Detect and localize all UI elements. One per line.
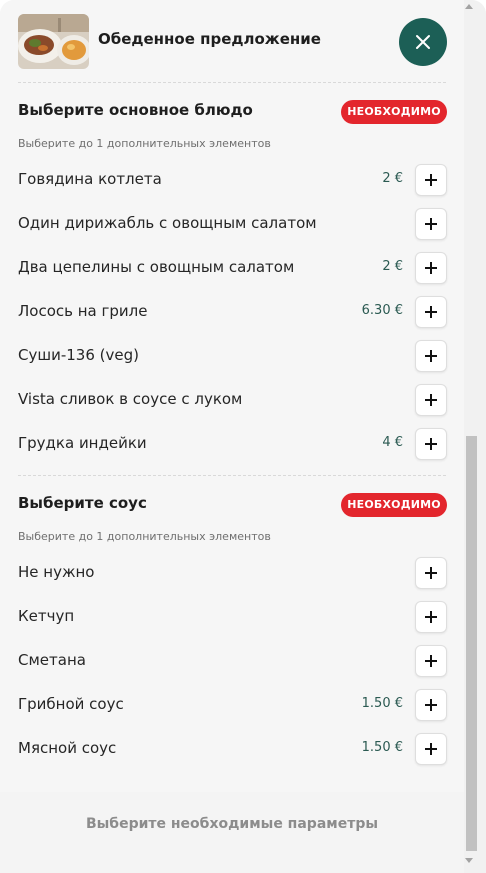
add-option-button[interactable]	[415, 645, 447, 677]
option-label: Мясной соус	[18, 739, 117, 757]
add-option-button[interactable]	[415, 557, 447, 589]
add-option-button[interactable]	[415, 689, 447, 721]
option-label: Грибной соус	[18, 695, 124, 713]
add-option-button[interactable]	[415, 384, 447, 416]
option-price: 6.30 €	[361, 303, 403, 318]
plus-icon	[425, 350, 437, 362]
add-option-button[interactable]	[415, 164, 447, 196]
option-row[interactable]: Сметана	[0, 639, 464, 683]
option-label: Кетчуп	[18, 607, 75, 625]
close-button[interactable]	[399, 18, 447, 66]
option-price: 2 €	[382, 171, 403, 186]
plus-icon	[425, 262, 437, 274]
plus-icon	[425, 218, 437, 230]
option-label: Vista сливок в соусе с луком	[18, 390, 243, 408]
plus-icon	[425, 174, 437, 186]
header-divider	[18, 82, 446, 83]
option-row[interactable]: Один дирижабль с овощным салатом	[0, 202, 464, 246]
plus-icon	[425, 394, 437, 406]
plus-icon	[425, 743, 437, 755]
meal-photo	[18, 14, 89, 69]
option-row[interactable]: Vista сливок в соусе с луком	[0, 378, 464, 422]
modal-header: Обеденное предложение	[0, 0, 464, 82]
add-option-button[interactable]	[415, 340, 447, 372]
close-icon	[416, 35, 430, 49]
option-row[interactable]: Суши-136 (veg)	[0, 334, 464, 378]
plus-icon	[425, 438, 437, 450]
option-row[interactable]: Грудка индейки 4 €	[0, 422, 464, 466]
add-option-button[interactable]	[415, 208, 447, 240]
option-row[interactable]: Говядина котлета 2 €	[0, 158, 464, 202]
option-label: Говядина котлета	[18, 170, 162, 188]
plus-icon	[425, 611, 437, 623]
option-row[interactable]: Грибной соус 1.50 €	[0, 683, 464, 727]
option-price: 1.50 €	[361, 696, 403, 711]
meal-thumbnail	[18, 14, 89, 69]
option-label: Два цепелины с овощным салатом	[18, 258, 295, 276]
option-price: 1.50 €	[361, 740, 403, 755]
section-title-sauce: Выберите соус	[18, 494, 147, 512]
option-row[interactable]: Не нужно	[0, 551, 464, 595]
scroll-up-arrow-icon[interactable]	[465, 4, 473, 9]
option-row[interactable]: Кетчуп	[0, 595, 464, 639]
add-option-button[interactable]	[415, 296, 447, 328]
option-label: Сметана	[18, 651, 86, 669]
plus-icon	[425, 567, 437, 579]
selection-hint: Выберите до 1 дополнительных элементов	[18, 137, 271, 150]
add-option-button[interactable]	[415, 733, 447, 765]
option-price: 2 €	[382, 259, 403, 274]
option-label: Не нужно	[18, 563, 95, 581]
add-option-button[interactable]	[415, 601, 447, 633]
meal-options-modal: Обеденное предложение Выберите основное …	[0, 0, 486, 873]
option-label: Один дирижабль с овощным салатом	[18, 214, 317, 232]
add-option-button[interactable]	[415, 252, 447, 284]
modal-footer: Выберите необходимые параметры	[0, 792, 464, 873]
plus-icon	[425, 306, 437, 318]
select-required-options-button[interactable]: Выберите необходимые параметры	[0, 816, 464, 832]
modal-title: Обеденное предложение	[98, 30, 321, 48]
scroll-down-arrow-icon[interactable]	[465, 858, 473, 863]
option-row[interactable]: Лосось на гриле 6.30 €	[0, 290, 464, 334]
option-label: Лосось на гриле	[18, 302, 148, 320]
section-divider	[18, 475, 446, 476]
option-row[interactable]: Два цепелины с овощным салатом 2 €	[0, 246, 464, 290]
section-title-main-dish: Выберите основное блюдо	[18, 101, 253, 119]
required-badge: НЕОБХОДИМО	[341, 100, 447, 124]
option-label: Суши-136 (veg)	[18, 346, 139, 364]
plus-icon	[425, 699, 437, 711]
option-price: 4 €	[382, 435, 403, 450]
option-row[interactable]: Мясной соус 1.50 €	[0, 727, 464, 771]
scrollbar-thumb[interactable]	[466, 436, 477, 851]
selection-hint: Выберите до 1 дополнительных элементов	[18, 530, 271, 543]
option-label: Грудка индейки	[18, 434, 147, 452]
required-badge: НЕОБХОДИМО	[341, 493, 447, 517]
add-option-button[interactable]	[415, 428, 447, 460]
plus-icon	[425, 655, 437, 667]
